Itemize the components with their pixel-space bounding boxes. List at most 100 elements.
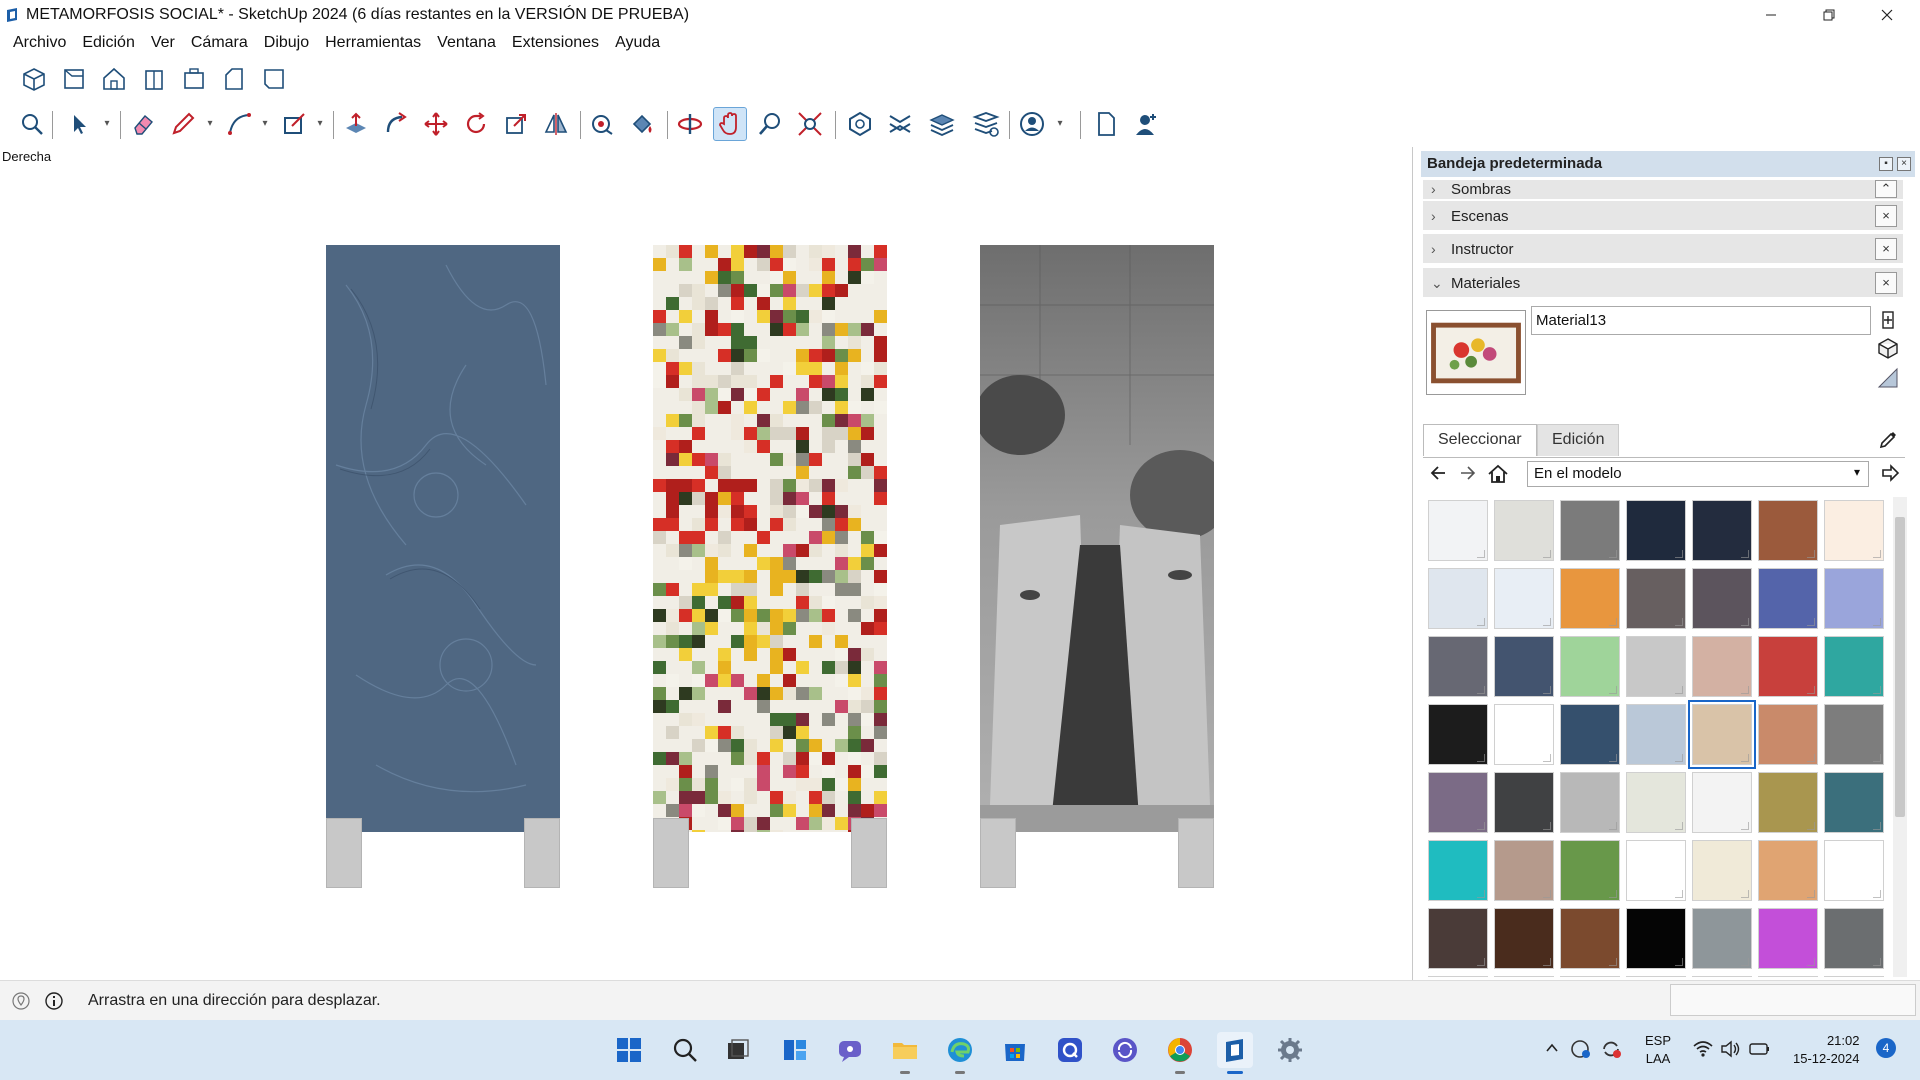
- material-swatch[interactable]: [1560, 908, 1620, 969]
- material-swatch[interactable]: [1626, 908, 1686, 969]
- material-swatch[interactable]: [1824, 840, 1884, 901]
- arc-icon[interactable]: [222, 107, 256, 141]
- front-view-icon[interactable]: [97, 62, 131, 96]
- material-swatch[interactable]: [1494, 568, 1554, 629]
- material-swatch[interactable]: [1692, 772, 1752, 833]
- chat-icon[interactable]: [832, 1032, 868, 1068]
- settings-layers-icon[interactable]: [969, 107, 1003, 141]
- battery-icon[interactable]: [1749, 1041, 1771, 1062]
- material-swatch[interactable]: [1428, 908, 1488, 969]
- chevron-down-icon[interactable]: ▾: [101, 118, 113, 129]
- create-material-icon[interactable]: [1875, 307, 1901, 333]
- back-arrow-icon[interactable]: [1429, 463, 1449, 488]
- rotate-icon[interactable]: [459, 107, 493, 141]
- flip-icon[interactable]: [539, 107, 573, 141]
- material-swatch[interactable]: [1626, 568, 1686, 629]
- windows-start-icon[interactable]: [611, 1032, 647, 1068]
- material-swatch[interactable]: [1626, 500, 1686, 561]
- menu-ayuda[interactable]: Ayuda: [607, 29, 668, 56]
- tab-edicion[interactable]: Edición: [1537, 424, 1620, 456]
- file-explorer-icon[interactable]: [887, 1032, 923, 1074]
- panel-blue-relief[interactable]: [326, 245, 560, 888]
- material-swatch[interactable]: [1626, 704, 1686, 765]
- notification-badge[interactable]: 4: [1876, 1038, 1896, 1058]
- material-cube-icon[interactable]: [1875, 335, 1901, 361]
- pan-hand-icon[interactable]: [713, 107, 747, 141]
- network-alert-icon[interactable]: [1570, 1038, 1592, 1065]
- material-swatch[interactable]: [1758, 840, 1818, 901]
- section-materiales[interactable]: ⌄ Materiales ×: [1423, 268, 1903, 298]
- chevron-up-icon[interactable]: [1544, 1040, 1560, 1061]
- menu-edicion[interactable]: Edición: [74, 29, 142, 56]
- material-swatch[interactable]: [1758, 908, 1818, 969]
- follow-me-icon[interactable]: [379, 107, 413, 141]
- scrollbar-thumb[interactable]: [1895, 517, 1905, 817]
- close-icon[interactable]: ×: [1875, 238, 1897, 260]
- material-swatch[interactable]: [1560, 636, 1620, 697]
- material-swatch[interactable]: [1560, 704, 1620, 765]
- home-icon[interactable]: [1487, 463, 1509, 490]
- settings-gear-icon[interactable]: [1272, 1032, 1308, 1068]
- material-swatch[interactable]: [1560, 772, 1620, 833]
- minimize-button[interactable]: [1742, 0, 1800, 29]
- material-swatch[interactable]: [1428, 568, 1488, 629]
- details-arrow-icon[interactable]: [1880, 463, 1900, 488]
- material-swatch[interactable]: [1692, 840, 1752, 901]
- material-swatch[interactable]: [1494, 908, 1554, 969]
- material-swatch[interactable]: [1428, 772, 1488, 833]
- eraser-icon[interactable]: [126, 107, 160, 141]
- measurements-box[interactable]: [1670, 984, 1916, 1016]
- microsoft-store-icon[interactable]: [997, 1032, 1033, 1068]
- menu-extensiones[interactable]: Extensiones: [504, 29, 607, 56]
- section-escenas[interactable]: › Escenas ×: [1423, 201, 1903, 231]
- select-arrow-icon[interactable]: [62, 107, 96, 141]
- material-swatch[interactable]: [1626, 840, 1686, 901]
- menu-archivo[interactable]: Archivo: [5, 29, 74, 56]
- material-swatch[interactable]: [1692, 908, 1752, 969]
- collection-dropdown[interactable]: En el modelo ▾: [1527, 461, 1869, 487]
- material-swatch[interactable]: [1692, 500, 1752, 561]
- swatch-scrollbar[interactable]: [1893, 497, 1907, 977]
- extension-warehouse-icon[interactable]: [883, 107, 917, 141]
- chevron-down-icon[interactable]: ▾: [1054, 118, 1066, 129]
- system-clock[interactable]: 21:02 15-12-2024: [1793, 1032, 1860, 1068]
- material-swatch[interactable]: [1824, 500, 1884, 561]
- eyedropper-icon[interactable]: [1875, 427, 1901, 453]
- top-view-icon[interactable]: [57, 62, 91, 96]
- volume-icon[interactable]: [1720, 1040, 1742, 1063]
- warehouse-icon[interactable]: [843, 107, 877, 141]
- material-swatch[interactable]: [1824, 976, 1884, 977]
- scale-icon[interactable]: [499, 107, 533, 141]
- zoom-icon[interactable]: [753, 107, 787, 141]
- section-instructor[interactable]: › Instructor ×: [1423, 234, 1903, 264]
- close-button[interactable]: [1858, 0, 1916, 29]
- chevron-down-icon[interactable]: ▾: [314, 118, 326, 129]
- material-swatch[interactable]: [1428, 704, 1488, 765]
- material-swatch[interactable]: [1758, 704, 1818, 765]
- app-q-icon[interactable]: [1052, 1032, 1088, 1068]
- orbit-icon[interactable]: [673, 107, 707, 141]
- material-name-field[interactable]: [1531, 306, 1871, 335]
- material-swatch[interactable]: [1494, 704, 1554, 765]
- material-swatch[interactable]: [1494, 636, 1554, 697]
- material-swatch[interactable]: [1626, 636, 1686, 697]
- geolocation-icon[interactable]: [12, 992, 30, 1015]
- material-swatch[interactable]: [1626, 976, 1686, 977]
- panel-pixel-flowers[interactable]: [653, 245, 887, 888]
- close-icon[interactable]: ⌃: [1875, 180, 1897, 198]
- material-swatch[interactable]: [1688, 700, 1756, 769]
- material-swatch[interactable]: [1758, 772, 1818, 833]
- new-page-icon[interactable]: [1089, 107, 1123, 141]
- user-account-icon[interactable]: [1015, 107, 1049, 141]
- menu-herramientas[interactable]: Herramientas: [317, 29, 429, 56]
- move-icon[interactable]: [419, 107, 453, 141]
- chrome-browser-icon[interactable]: [1162, 1032, 1198, 1074]
- material-swatch[interactable]: [1692, 568, 1752, 629]
- search-icon[interactable]: [15, 107, 49, 141]
- chevron-down-icon[interactable]: ▾: [259, 118, 271, 129]
- material-swatch[interactable]: [1758, 568, 1818, 629]
- pin-icon[interactable]: ▪: [1879, 157, 1893, 171]
- material-swatch[interactable]: [1824, 704, 1884, 765]
- material-swatch[interactable]: [1824, 908, 1884, 969]
- task-view-icon[interactable]: [720, 1032, 756, 1068]
